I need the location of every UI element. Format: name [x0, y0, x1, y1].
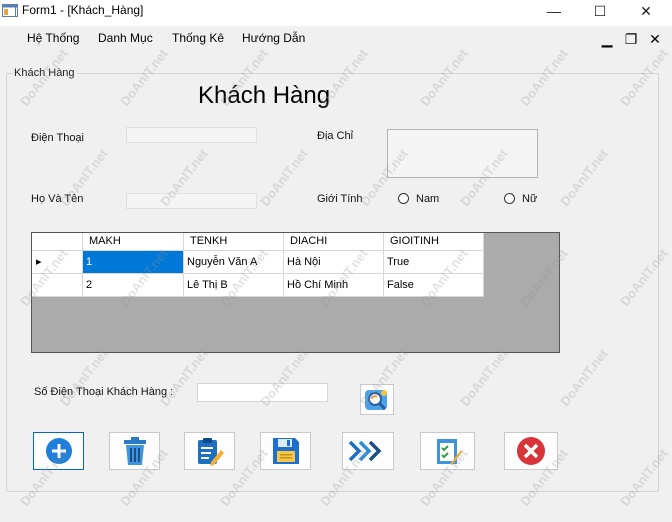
close-icon: ✕	[649, 30, 661, 47]
table-cell[interactable]: False	[384, 274, 484, 297]
current-row-icon: ▸	[36, 256, 42, 268]
table-cell[interactable]: Lê Thị B	[184, 274, 284, 297]
clipboard-edit-icon	[197, 438, 224, 466]
search-phone-input[interactable]	[197, 383, 328, 402]
cancel-button[interactable]	[504, 432, 558, 470]
close-circle-icon	[517, 437, 545, 465]
table-cell[interactable]: Nguyễn Văn A	[184, 251, 284, 274]
column-header-makh[interactable]: MAKH	[83, 233, 184, 251]
name-input[interactable]	[126, 193, 257, 209]
arrows-right-icon	[348, 440, 382, 462]
minimize-icon: ▁	[601, 30, 613, 47]
table-cell[interactable]: 2	[83, 274, 184, 297]
row-header[interactable]: ▸	[32, 251, 83, 274]
checklist-icon	[436, 439, 462, 465]
mdi-minimize-button[interactable]: ▁	[598, 31, 616, 47]
save-button[interactable]	[260, 432, 311, 470]
window-title: Form1 - [Khách_Hàng]	[22, 3, 144, 17]
row-header-corner	[32, 233, 83, 251]
gender-nam-radio[interactable]	[398, 193, 409, 204]
search-button[interactable]	[360, 384, 394, 415]
phone-input[interactable]	[126, 127, 257, 143]
mdi-close-button[interactable]: ✕	[646, 31, 664, 47]
column-header-diachi[interactable]: DIACHI	[284, 233, 384, 251]
gender-nam-label[interactable]: Nam	[416, 192, 439, 206]
gender-nu-radio[interactable]	[504, 193, 515, 204]
table-cell[interactable]: True	[384, 251, 484, 274]
add-button[interactable]	[33, 432, 84, 470]
restore-icon: ❐	[624, 30, 638, 47]
menu-huong-dan[interactable]: Hướng Dẫn	[242, 30, 305, 46]
search-refresh-icon	[365, 389, 387, 410]
name-label: Họ Và Tên	[31, 193, 84, 205]
checklist-button[interactable]	[420, 432, 475, 470]
column-header-gioitinh[interactable]: GIOITINH	[384, 233, 484, 251]
menu-danh-muc[interactable]: Danh Mục	[98, 30, 153, 46]
close-button[interactable]: ✕	[623, 0, 669, 22]
maximize-button[interactable]: ☐	[577, 0, 623, 22]
trash-icon	[123, 437, 146, 465]
close-icon: ✕	[640, 2, 652, 19]
next-button[interactable]	[342, 432, 394, 470]
edit-button[interactable]	[184, 432, 235, 470]
maximize-icon: ☐	[593, 2, 607, 19]
mdi-child-icon	[2, 4, 16, 17]
table-cell[interactable]: Hồ Chí Minh	[284, 274, 384, 297]
address-input[interactable]	[387, 129, 538, 178]
search-phone-label: Số Điện Thoại Khách Hàng :	[34, 386, 174, 398]
form-title: Khách Hàng	[198, 82, 331, 109]
delete-button[interactable]	[109, 432, 160, 470]
table-cell[interactable]: Hà Nội	[284, 251, 384, 274]
menu-thong-ke[interactable]: Thống Kê	[172, 30, 224, 46]
floppy-disk-icon	[272, 438, 299, 464]
address-label: Địa Chỉ	[317, 130, 354, 142]
minimize-icon: —	[547, 3, 561, 19]
mdi-restore-button[interactable]: ❐	[622, 31, 640, 47]
gender-nu-label[interactable]: Nữ	[522, 192, 537, 206]
column-header-tenkh[interactable]: TENKH	[184, 233, 284, 251]
table-cell[interactable]: 1	[83, 251, 184, 274]
groupbox-label: Khách Hàng	[12, 66, 77, 80]
row-header[interactable]	[32, 274, 83, 297]
gender-label: Giới Tính	[317, 193, 363, 205]
menu-he-thong[interactable]: Hệ Thống	[27, 30, 79, 46]
phone-label: Điện Thoại	[31, 132, 84, 144]
plus-circle-icon	[45, 438, 72, 464]
customer-datagrid[interactable]: MAKH TENKH DIACHI GIOITINH ▸ 1 Nguyễn Vă…	[31, 232, 560, 353]
minimize-button[interactable]: —	[531, 0, 577, 22]
